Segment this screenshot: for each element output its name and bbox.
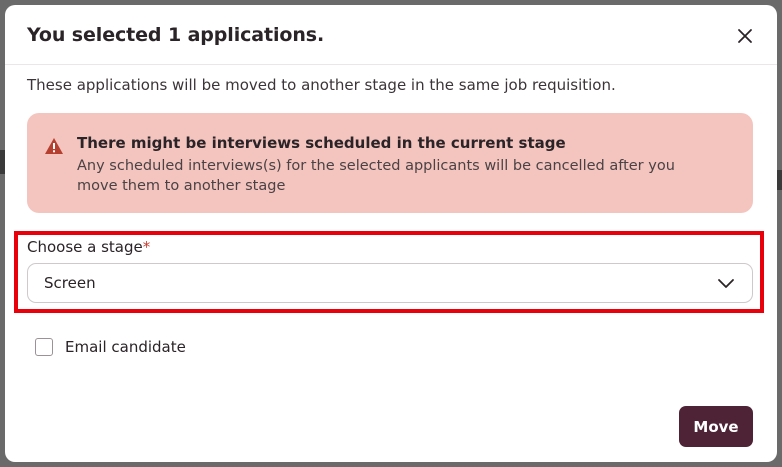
move-button[interactable]: Move bbox=[679, 406, 753, 447]
chevron-down-icon bbox=[718, 279, 734, 288]
dialog-title: You selected 1 applications. bbox=[27, 24, 325, 46]
email-candidate-label[interactable]: Email candidate bbox=[65, 338, 186, 356]
email-candidate-checkbox[interactable] bbox=[35, 338, 53, 356]
warning-alert: There might be interviews scheduled in t… bbox=[27, 113, 753, 213]
header-divider bbox=[5, 64, 777, 65]
backdrop bbox=[777, 170, 782, 190]
dialog-description: These applications will be moved to anot… bbox=[27, 76, 616, 94]
warning-triangle-icon bbox=[45, 138, 63, 154]
stage-label-text: Choose a stage bbox=[27, 238, 143, 256]
alert-title: There might be interviews scheduled in t… bbox=[77, 134, 566, 152]
alert-body: Any scheduled interviews(s) for the sele… bbox=[77, 158, 675, 194]
stage-select[interactable]: Screen bbox=[27, 263, 753, 303]
stage-select-value: Screen bbox=[44, 274, 96, 292]
required-marker: * bbox=[142, 238, 151, 256]
close-button[interactable] bbox=[734, 25, 756, 47]
stage-field-label: Choose a stage* bbox=[27, 238, 150, 256]
move-applications-dialog: You selected 1 applications. These appli… bbox=[5, 5, 777, 462]
close-icon[interactable] bbox=[737, 28, 753, 44]
